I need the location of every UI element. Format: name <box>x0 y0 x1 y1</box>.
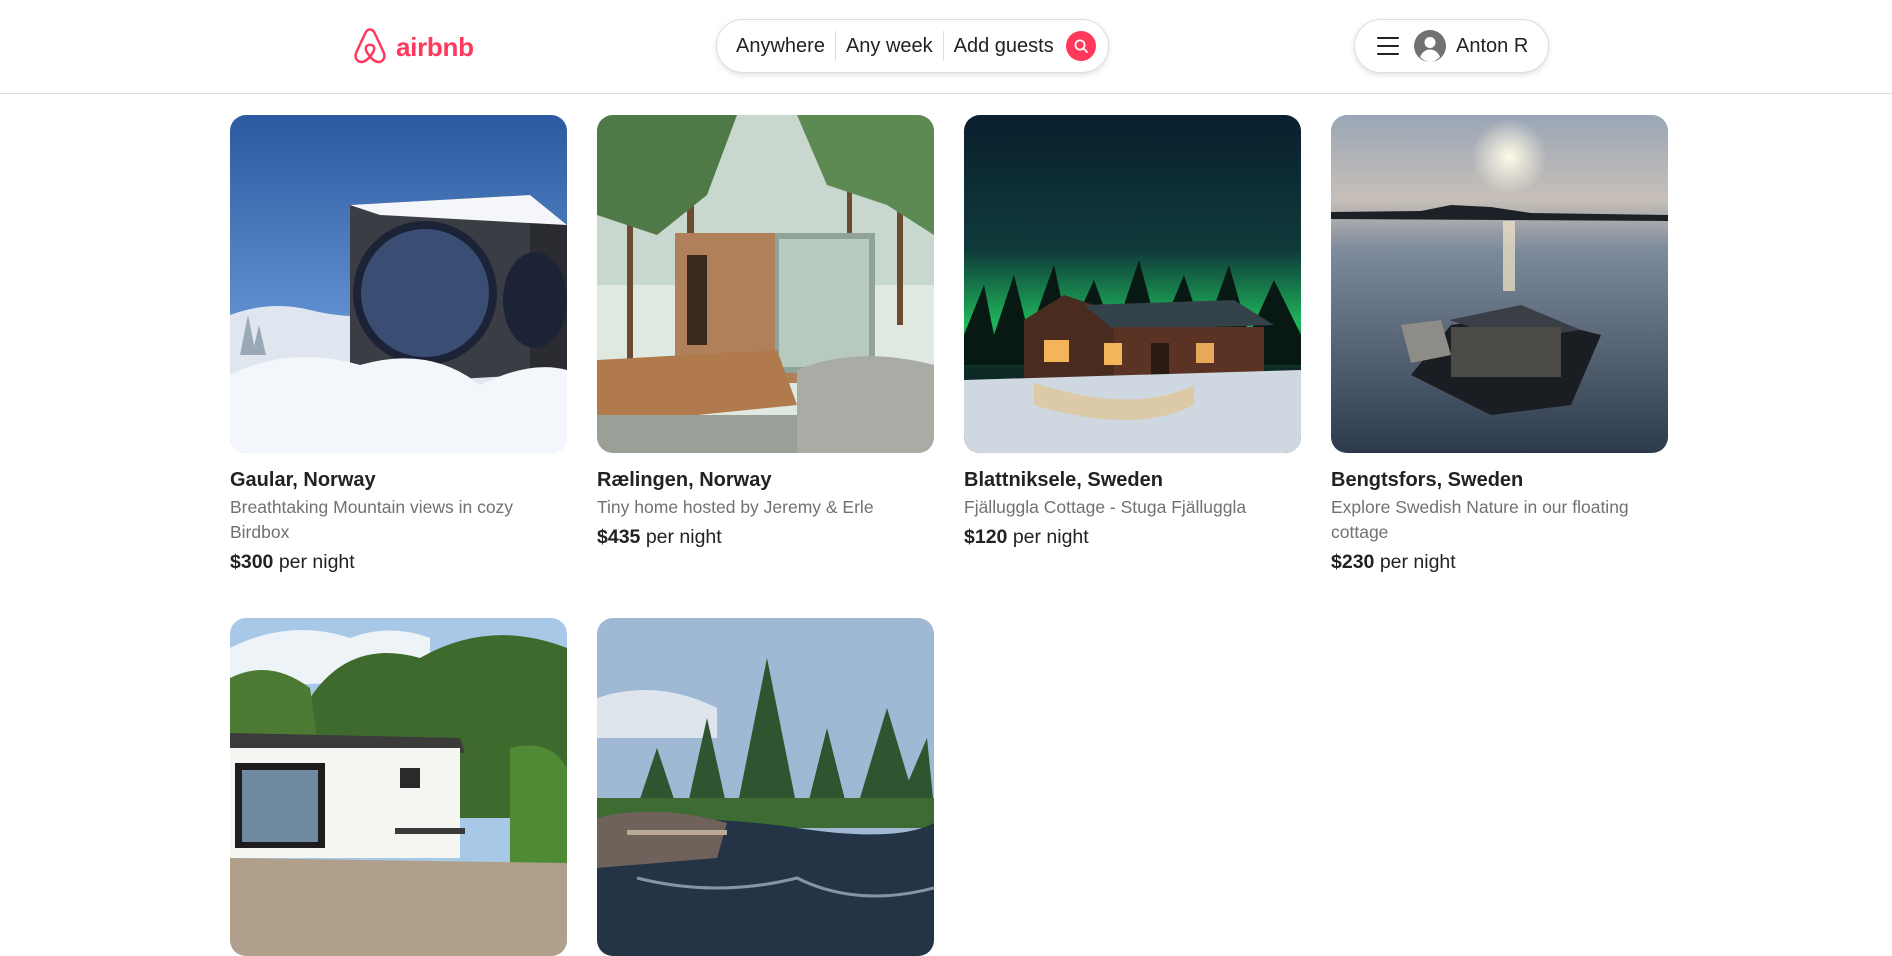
listing-description: Explore Swedish Nature in our floating c… <box>1331 497 1629 542</box>
listing-photo-image <box>230 618 567 956</box>
listing-price: $120 per night <box>964 524 1301 550</box>
user-menu-button[interactable]: Anton R <box>1354 19 1549 73</box>
listing-price: $300 per night <box>230 549 567 575</box>
listing-card[interactable] <box>230 618 567 956</box>
user-name: Anton R <box>1456 34 1529 57</box>
price-suffix: per night <box>1379 551 1456 573</box>
listing-description: Fjälluggla Cottage - Stuga Fjälluggla <box>964 497 1247 517</box>
search-icon <box>1074 39 1088 53</box>
listing-card[interactable]: Bengtsfors, Sweden Explore Swedish Natur… <box>1331 115 1668 575</box>
listing-photo-image <box>1331 115 1668 453</box>
price-amount: $230 <box>1331 551 1375 573</box>
search-add-guests[interactable]: Add guests <box>944 35 1064 58</box>
search-any-week[interactable]: Any week <box>836 35 943 58</box>
listing-description: Breathtaking Mountain views in cozy Bird… <box>230 497 514 542</box>
listing-photo-image <box>597 115 934 453</box>
listing-photo[interactable] <box>1331 115 1668 453</box>
listing-photo[interactable] <box>964 115 1301 453</box>
listing-description: Tiny home hosted by Jeremy & Erle <box>597 497 874 517</box>
logo-text: airbnb <box>396 31 474 62</box>
listing-card[interactable]: Gaular, Norway Breathtaking Mountain vie… <box>230 115 567 575</box>
listing-card[interactable]: Rælingen, Norway Tiny home hosted by Jer… <box>597 115 934 550</box>
listing-photo[interactable] <box>597 115 934 453</box>
price-suffix: per night <box>1012 526 1089 548</box>
listing-price: $435 per night <box>597 524 934 550</box>
listings-grid: Gaular, Norway Breathtaking Mountain vie… <box>230 115 1670 956</box>
price-amount: $435 <box>597 526 641 548</box>
hamburger-menu-icon <box>1377 37 1399 55</box>
listing-card[interactable] <box>597 618 934 956</box>
search-anywhere[interactable]: Anywhere <box>736 35 835 58</box>
listing-price: $230 per night <box>1331 549 1668 575</box>
listing-title: Gaular, Norway <box>230 469 376 491</box>
listing-title: Bengtsfors, Sweden <box>1331 469 1524 491</box>
price-suffix: per night <box>645 526 722 548</box>
airbnb-logo[interactable]: airbnb <box>350 26 474 68</box>
airbnb-belo-icon <box>354 28 386 64</box>
listing-title: Rælingen, Norway <box>597 469 772 491</box>
listing-card[interactable]: Blattniksele, Sweden Fjälluggla Cottage … <box>964 115 1301 550</box>
avatar-icon <box>1414 30 1446 62</box>
price-suffix: per night <box>278 551 355 573</box>
price-amount: $120 <box>964 526 1008 548</box>
search-button[interactable] <box>1065 31 1096 61</box>
listing-photo[interactable] <box>230 618 567 956</box>
listing-photo-image <box>230 115 567 453</box>
listing-photo[interactable] <box>230 115 567 453</box>
listing-photo-image <box>964 115 1301 453</box>
listing-photo[interactable] <box>597 618 934 956</box>
listing-photo-image <box>597 618 934 956</box>
price-amount: $300 <box>230 551 274 573</box>
search-bar[interactable]: Anywhere Any week Add guests <box>716 19 1109 73</box>
top-navbar: airbnb Anywhere Any week Add guests Anto… <box>0 0 1892 94</box>
listing-title: Blattniksele, Sweden <box>964 469 1163 491</box>
